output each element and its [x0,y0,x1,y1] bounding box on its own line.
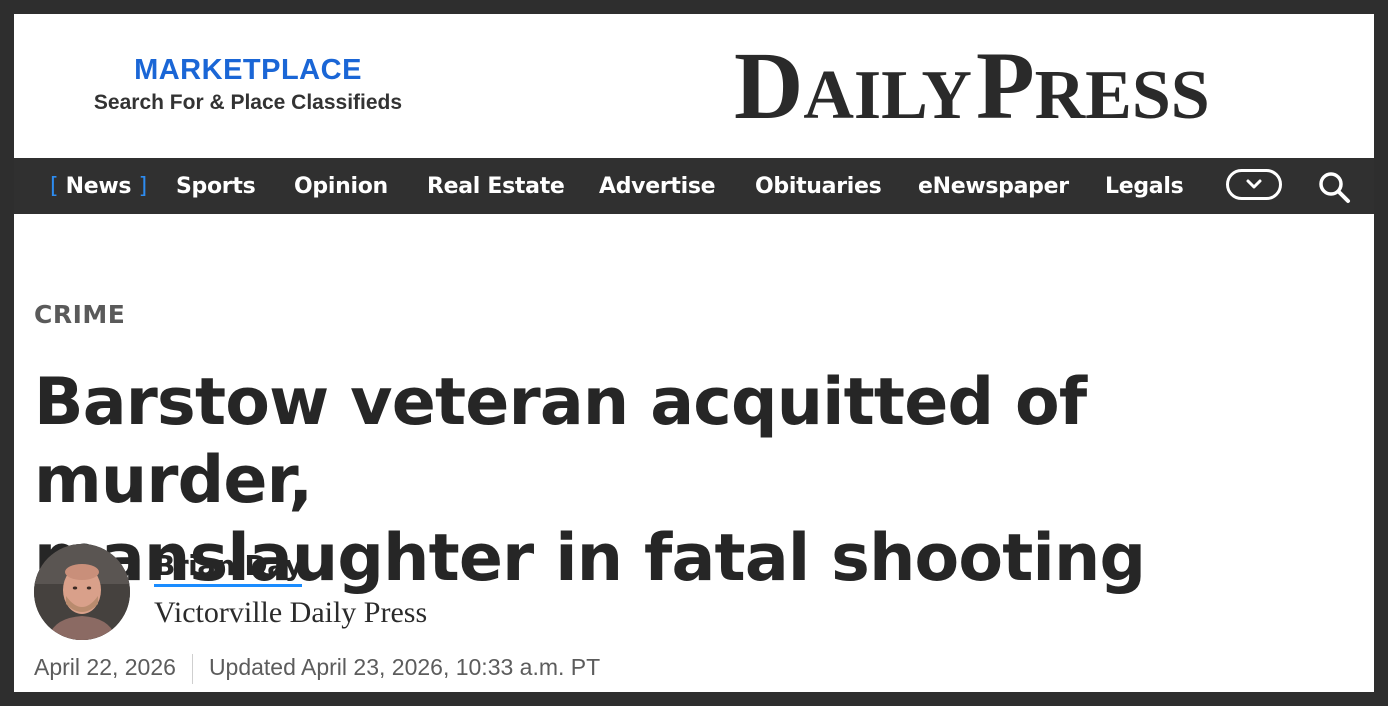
headline-line-1: Barstow veteran acquitted of murder, [34,365,1087,518]
logo-initial-d: D [734,32,804,139]
masthead: MARKETPLACE Search For & Place Classifie… [14,14,1374,158]
author-name-link[interactable]: Brian Day [154,548,303,587]
main-nav: [ News ] Sports Opinion Real Estate Adve… [14,158,1374,214]
search-button[interactable] [1314,168,1354,204]
nav-item-real-estate[interactable]: Real Estate [427,158,565,214]
nav-item-news[interactable]: [ News ] [50,158,147,214]
article-dates: April 22, 2026 Updated April 23, 2026, 10… [34,652,601,684]
logo-initial-p: P [975,32,1035,139]
more-menu-button[interactable] [1226,169,1282,200]
nav-item-obituaries[interactable]: Obituaries [755,158,882,214]
nav-item-label: News [65,174,132,199]
marketplace-title: MARKETPLACE [134,54,362,86]
marketplace-subtitle: Search For & Place Classifieds [93,91,403,114]
chevron-down-icon [1246,179,1262,189]
published-date: April 22, 2026 [34,654,176,680]
date-divider [191,653,193,684]
search-icon [1319,172,1350,203]
author-avatar[interactable] [34,544,130,640]
marketplace-link[interactable]: MARKETPLACE Search For & Place Classifie… [72,54,424,115]
updated-date: Updated April 23, 2026, 10:33 a.m. PT [208,654,601,680]
nav-item-advertise[interactable]: Advertise [599,158,716,214]
author-publication: Victorville Daily Press [154,596,428,629]
page: MARKETPLACE Search For & Place Classifie… [14,14,1374,692]
nav-item-enewspaper[interactable]: eNewspaper [918,158,1069,214]
article-category-label[interactable]: CRIME [34,300,125,329]
nav-item-sports[interactable]: Sports [176,158,256,214]
nav-item-opinion[interactable]: Opinion [294,158,388,214]
active-bracket-close: ] [138,174,148,199]
nav-item-legals[interactable]: Legals [1105,158,1184,214]
active-bracket-open: [ [50,174,59,199]
logo-word-press-rest: RESS [1034,57,1210,134]
author-photo [34,544,130,640]
daily-press-logo[interactable]: DAILY PRESS [734,36,1294,136]
logo-word-daily-rest: AILY [803,57,972,134]
